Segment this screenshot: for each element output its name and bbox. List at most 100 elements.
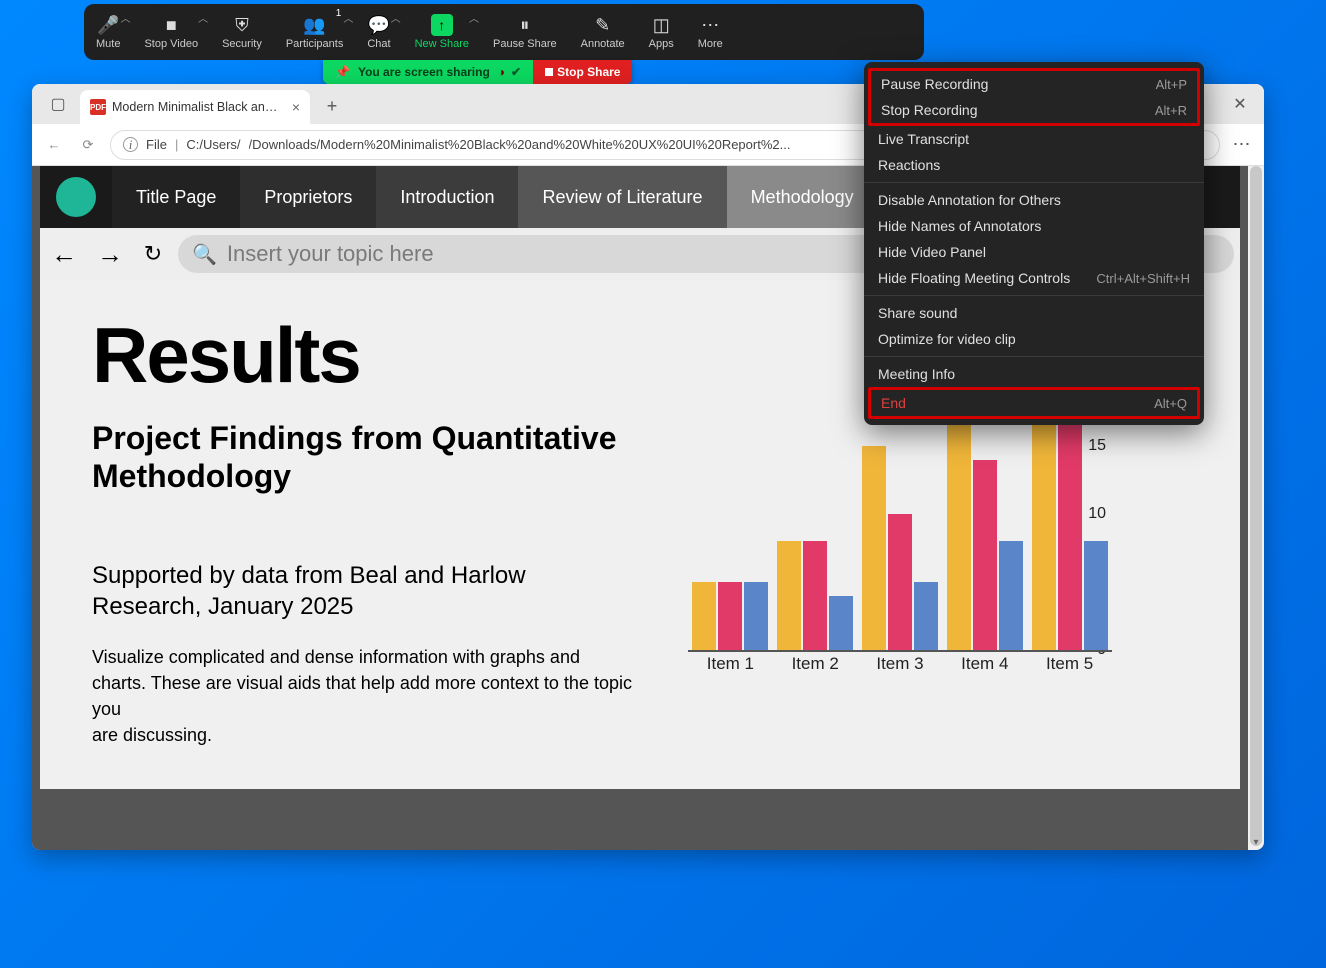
doc-tab-methodology[interactable]: Methodology (727, 166, 878, 228)
url-scheme: File (146, 137, 167, 152)
menu-disable-annotation[interactable]: Disable Annotation for Others (864, 187, 1204, 213)
doc-tab-introduction[interactable]: Introduction (376, 166, 518, 228)
info-icon[interactable]: i (123, 137, 138, 152)
participants-label: Participants (286, 38, 343, 50)
menu-shortcut: Alt+Q (1154, 396, 1187, 411)
pause-icon: ⏸ (520, 14, 529, 36)
doc-tab-review[interactable]: Review of Literature (518, 166, 726, 228)
pdf-icon: PDF (90, 99, 106, 115)
participants-count: 1 (336, 8, 342, 19)
x-labels: Item 1Item 2Item 3Item 4Item 5 (688, 654, 1112, 690)
vertical-scrollbar[interactable]: ▴ ▾ (1248, 166, 1264, 850)
doc-tab-proprietors[interactable]: Proprietors (240, 166, 376, 228)
menu-hide-names[interactable]: Hide Names of Annotators (864, 213, 1204, 239)
menu-label: Share sound (878, 305, 957, 321)
stop-share-button[interactable]: Stop Share (533, 60, 632, 84)
doc-back-button[interactable]: ← (46, 239, 82, 270)
browser-menu-button[interactable]: ⋯ (1230, 134, 1254, 155)
bar (718, 582, 742, 650)
url-sep: | (175, 137, 178, 152)
tabs-button[interactable]: ▢ (44, 90, 72, 118)
results-body-1: Visualize complicated and dense informat… (92, 647, 632, 719)
menu-hide-video-panel[interactable]: Hide Video Panel (864, 239, 1204, 265)
highlight-end: End Alt+Q (868, 387, 1200, 419)
menu-shortcut: Alt+R (1155, 103, 1187, 118)
bar-group (692, 310, 768, 650)
bar (947, 405, 971, 650)
annotate-label: Annotate (581, 38, 625, 50)
more-label: More (698, 38, 723, 50)
browser-tab[interactable]: PDF Modern Minimalist Black and W × (80, 90, 310, 124)
annotate-button[interactable]: ✎ Annotate (569, 4, 637, 60)
menu-label: Hide Names of Annotators (878, 218, 1041, 234)
more-button[interactable]: ⋯ More (686, 4, 735, 60)
more-menu: Pause Recording Alt+P Stop Recording Alt… (864, 62, 1204, 425)
security-button[interactable]: ⛨ Security (210, 4, 274, 60)
bar (914, 582, 938, 650)
tab-title: Modern Minimalist Black and W (112, 100, 282, 114)
menu-hide-floating[interactable]: Hide Floating Meeting Controls Ctrl+Alt+… (864, 265, 1204, 291)
doc-tab-title-page[interactable]: Title Page (112, 166, 240, 228)
bar (829, 596, 853, 650)
menu-separator (864, 182, 1204, 183)
bar (862, 446, 886, 650)
chevron-up-icon[interactable]: ︿ (469, 10, 479, 25)
share-status: 📌 You are screen sharing ◑ ✔ (323, 60, 533, 84)
doc-forward-button[interactable]: → (92, 239, 128, 270)
menu-shortcut: Alt+P (1156, 77, 1187, 92)
refresh-button[interactable]: ⟳ (76, 133, 100, 157)
record-icon: ◑ (498, 65, 505, 79)
stop-share-label: Stop Share (557, 65, 620, 79)
chevron-up-icon[interactable]: ︿ (120, 10, 130, 25)
menu-label: End (881, 395, 906, 411)
bar (777, 541, 801, 650)
stop-video-button[interactable]: ■ Stop Video ︿ (132, 4, 210, 60)
results-support: Supported by data from Beal and Harlow R… (92, 560, 632, 622)
x-tick-label: Item 5 (1030, 654, 1110, 690)
apps-button[interactable]: ◫ Apps (637, 4, 686, 60)
stop-video-label: Stop Video (144, 38, 198, 50)
back-button[interactable]: ← (42, 133, 66, 157)
close-tab-icon[interactable]: × (292, 99, 300, 115)
people-icon: 👥 (303, 14, 325, 36)
pause-share-button[interactable]: ⏸ Pause Share (481, 4, 569, 60)
shield-icon: ⛨ (235, 14, 249, 36)
new-tab-button[interactable]: + (318, 92, 346, 120)
chevron-up-icon[interactable]: ︿ (198, 10, 208, 25)
menu-separator (864, 356, 1204, 357)
check-shield-icon: ✔ (511, 65, 521, 79)
chevron-up-icon[interactable]: ︿ (391, 10, 401, 25)
participants-button[interactable]: 👥 1 Participants ︿ (274, 4, 355, 60)
menu-stop-recording[interactable]: Stop Recording Alt+R (871, 97, 1197, 123)
bar (999, 541, 1023, 650)
menu-optimize-video[interactable]: Optimize for video clip (864, 326, 1204, 352)
chevron-up-icon[interactable]: ︿ (343, 10, 353, 25)
scroll-thumb[interactable] (1250, 166, 1262, 846)
pencil-icon: ✎ (595, 14, 610, 36)
bar (692, 582, 716, 650)
menu-share-sound[interactable]: Share sound (864, 300, 1204, 326)
menu-label: Meeting Info (878, 366, 955, 382)
menu-pause-recording[interactable]: Pause Recording Alt+P (871, 71, 1197, 97)
results-body: Visualize complicated and dense informat… (92, 644, 632, 748)
mute-button[interactable]: 🎤 Mute ︿ (84, 4, 132, 60)
doc-refresh-button[interactable]: ↻ (138, 241, 168, 267)
menu-live-transcript[interactable]: Live Transcript (864, 126, 1204, 152)
menu-end[interactable]: End Alt+Q (871, 390, 1197, 416)
new-share-button[interactable]: ↑ New Share ︿ (403, 4, 481, 60)
x-tick-label: Item 1 (690, 654, 770, 690)
window-close-button[interactable]: ✕ (1216, 84, 1264, 124)
menu-reactions[interactable]: Reactions (864, 152, 1204, 178)
chat-button[interactable]: 💬 Chat ︿ (355, 4, 402, 60)
pin-icon: 📌 (335, 65, 350, 79)
scroll-down-icon[interactable]: ▾ (1248, 834, 1264, 850)
menu-label: Hide Video Panel (878, 244, 986, 260)
menu-label: Disable Annotation for Others (878, 192, 1061, 208)
menu-meeting-info[interactable]: Meeting Info (864, 361, 1204, 387)
bar (1084, 541, 1108, 650)
bar (744, 582, 768, 650)
menu-shortcut: Ctrl+Alt+Shift+H (1096, 271, 1190, 286)
bar (973, 460, 997, 650)
logo-icon (56, 177, 96, 217)
bar-group (777, 310, 853, 650)
